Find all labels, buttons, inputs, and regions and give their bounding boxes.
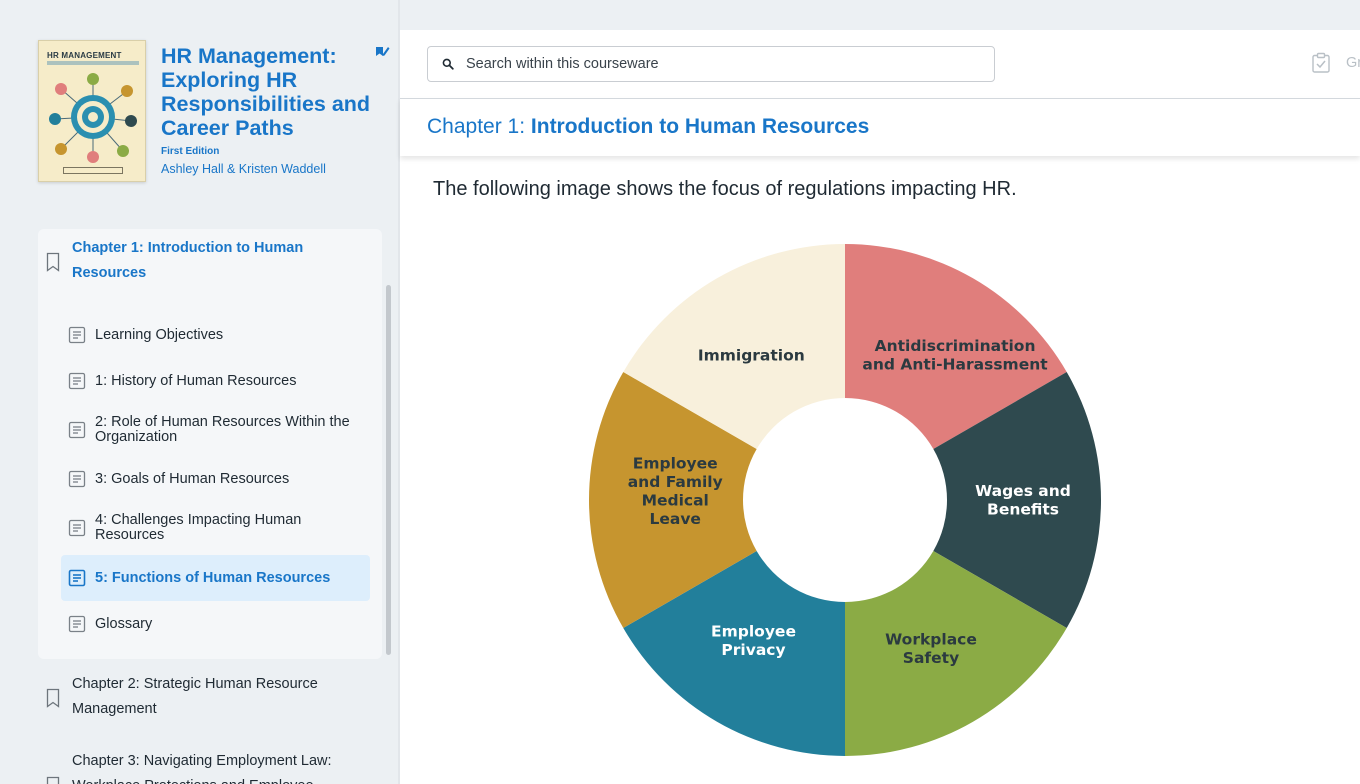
sidebar-chapter-3[interactable]: Chapter 3: Navigating Employment Law: Wo… bbox=[72, 749, 332, 784]
sidebar-scrollbar[interactable] bbox=[386, 285, 391, 655]
search-icon bbox=[442, 58, 454, 70]
book-edition: First Edition bbox=[161, 146, 220, 157]
book-header: HR MANAGEMENT HR Management: Exploring H… bbox=[38, 40, 388, 190]
search-input[interactable] bbox=[466, 47, 986, 81]
sidebar-chapter-2[interactable]: Chapter 2: Strategic Human Resource Mana… bbox=[72, 672, 332, 722]
toc-item-learning-objectives[interactable]: Learning Objectives bbox=[61, 312, 370, 358]
cover-title: HR MANAGEMENT bbox=[47, 51, 122, 60]
main-content: Gr Chapter 1: Introduction to Human Reso… bbox=[400, 30, 1360, 784]
bookmark-icon bbox=[46, 688, 60, 708]
toc-item-role[interactable]: 2: Role of Human Resources Within the Or… bbox=[61, 407, 370, 453]
chapter-header: Chapter 1: Introduction to Human Resourc… bbox=[427, 115, 869, 139]
bookmark-icon bbox=[46, 252, 60, 272]
donut-segment-label: Antidiscrimination and Anti-Harassment bbox=[862, 337, 1048, 374]
toc-item-functions[interactable]: 5: Functions of Human Resources bbox=[61, 555, 370, 601]
page-icon bbox=[68, 615, 86, 633]
target-icon bbox=[49, 73, 137, 163]
grade-label: Gr bbox=[1346, 55, 1360, 71]
toc-item-challenges[interactable]: 4: Challenges Impacting Human Resources bbox=[61, 505, 370, 551]
toc-item-glossary[interactable]: Glossary bbox=[61, 601, 370, 647]
page-icon bbox=[68, 470, 86, 488]
page-icon bbox=[68, 519, 86, 537]
toc-item-label: Learning Objectives bbox=[95, 326, 224, 343]
toc-item-label: 4: Challenges Impacting Human Resources bbox=[95, 512, 302, 543]
page-icon bbox=[68, 326, 86, 344]
toc-item-label: 3: Goals of Human Resources bbox=[95, 470, 290, 487]
page-icon bbox=[68, 421, 86, 439]
donut-segment-label: Employee Privacy bbox=[711, 623, 796, 660]
toc-item-history[interactable]: 1: History of Human Resources bbox=[61, 358, 370, 404]
search-box[interactable] bbox=[427, 46, 995, 82]
chapter-header-prefix: Chapter 1: bbox=[427, 115, 531, 138]
donut-segment-label: Immigration bbox=[698, 347, 805, 365]
toc-item-label: 5: Functions of Human Resources bbox=[95, 569, 331, 586]
page-icon bbox=[68, 372, 86, 390]
edit-note-icon[interactable] bbox=[374, 44, 390, 60]
chapter-header-bar: Chapter 1: Introduction to Human Resourc… bbox=[400, 98, 1360, 156]
chapter-header-title: Introduction to Human Resources bbox=[530, 115, 870, 138]
page-icon bbox=[68, 569, 86, 587]
toc-item-label: 1: History of Human Resources bbox=[95, 372, 297, 389]
donut-segment-label: Wages and Benefits bbox=[975, 482, 1071, 519]
sidebar: HR MANAGEMENT HR Management: Exploring H… bbox=[0, 0, 398, 784]
sidebar-chapter-1[interactable]: Chapter 1: Introduction to Human Resourc… bbox=[72, 236, 332, 286]
bookmark-icon bbox=[46, 776, 60, 784]
content-paragraph: The following image shows the focus of r… bbox=[433, 178, 1017, 200]
clipboard-check-icon bbox=[1312, 52, 1330, 73]
regulations-donut-figure: Antidiscrimination and Anti-Harassment Wag… bbox=[589, 244, 1101, 756]
book-cover-image: HR MANAGEMENT bbox=[38, 40, 146, 182]
toc-item-label: Glossary bbox=[95, 615, 153, 632]
book-title[interactable]: HR Management: Exploring HR Responsibili… bbox=[161, 44, 381, 140]
book-authors: Ashley Hall & Kristen Waddell bbox=[161, 162, 326, 176]
toc-item-goals[interactable]: 3: Goals of Human Resources bbox=[61, 456, 370, 502]
toc-item-label: 2: Role of Human Resources Within the Or… bbox=[95, 414, 350, 445]
